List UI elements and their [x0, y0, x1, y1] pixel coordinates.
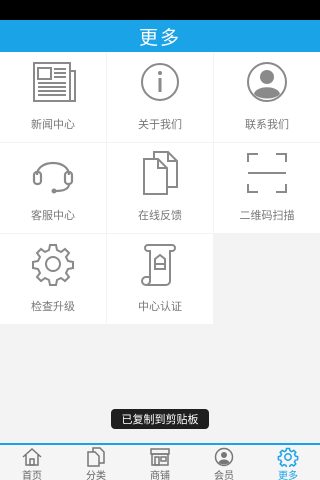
- shop-icon: [149, 447, 171, 467]
- news-center-item[interactable]: 新闻中心: [0, 52, 106, 142]
- tab-home-label: 首页: [22, 471, 42, 480]
- more-gear-icon: [277, 447, 299, 467]
- about-us-label: 关于我们: [138, 118, 182, 131]
- online-feedback-item[interactable]: 在线反馈: [107, 143, 213, 233]
- check-update-label: 检查升级: [31, 300, 75, 313]
- documents-icon: [132, 149, 188, 197]
- info-icon: [132, 58, 188, 106]
- online-feedback-label: 在线反馈: [138, 209, 182, 222]
- tab-member-label: 会员: [214, 471, 234, 480]
- check-update-item[interactable]: 检查升级: [0, 234, 106, 324]
- tab-category[interactable]: 分类: [64, 445, 128, 480]
- center-certification-label: 中心认证: [138, 300, 182, 313]
- newspaper-icon: [25, 58, 81, 106]
- gear-icon: [25, 240, 81, 288]
- category-icon: [85, 447, 107, 467]
- member-icon: [213, 447, 235, 467]
- about-us-item[interactable]: 关于我们: [107, 52, 213, 142]
- contact-us-item[interactable]: 联系我们: [214, 52, 320, 142]
- news-center-label: 新闻中心: [31, 118, 75, 131]
- copied-toast: 已复制到剪贴板: [111, 409, 209, 429]
- tab-shop-label: 商铺: [150, 471, 170, 480]
- tab-more-label: 更多: [278, 471, 298, 480]
- service-center-item[interactable]: 客服中心: [0, 143, 106, 233]
- certificate-scroll-icon: [132, 240, 188, 288]
- headset-icon: [25, 149, 81, 197]
- tab-member[interactable]: 会员: [192, 445, 256, 480]
- service-center-label: 客服中心: [31, 209, 75, 222]
- home-icon: [21, 447, 43, 467]
- contact-person-icon: [239, 58, 295, 106]
- qr-scan-item[interactable]: 二维码扫描: [214, 143, 320, 233]
- title-bar: 更多: [0, 20, 320, 52]
- tab-home[interactable]: 首页: [0, 445, 64, 480]
- tab-category-label: 分类: [86, 471, 106, 480]
- bottom-tab-bar: 首页 分类 商铺 会员 更多: [0, 443, 320, 480]
- status-bar: [0, 0, 320, 20]
- qr-scan-icon: [239, 149, 295, 197]
- contact-us-label: 联系我们: [245, 118, 289, 131]
- qr-scan-label: 二维码扫描: [239, 209, 295, 222]
- page-title: 更多: [138, 26, 181, 49]
- tab-more[interactable]: 更多: [256, 445, 320, 480]
- center-certification-item[interactable]: 中心认证: [107, 234, 213, 324]
- tab-shop[interactable]: 商铺: [128, 445, 192, 480]
